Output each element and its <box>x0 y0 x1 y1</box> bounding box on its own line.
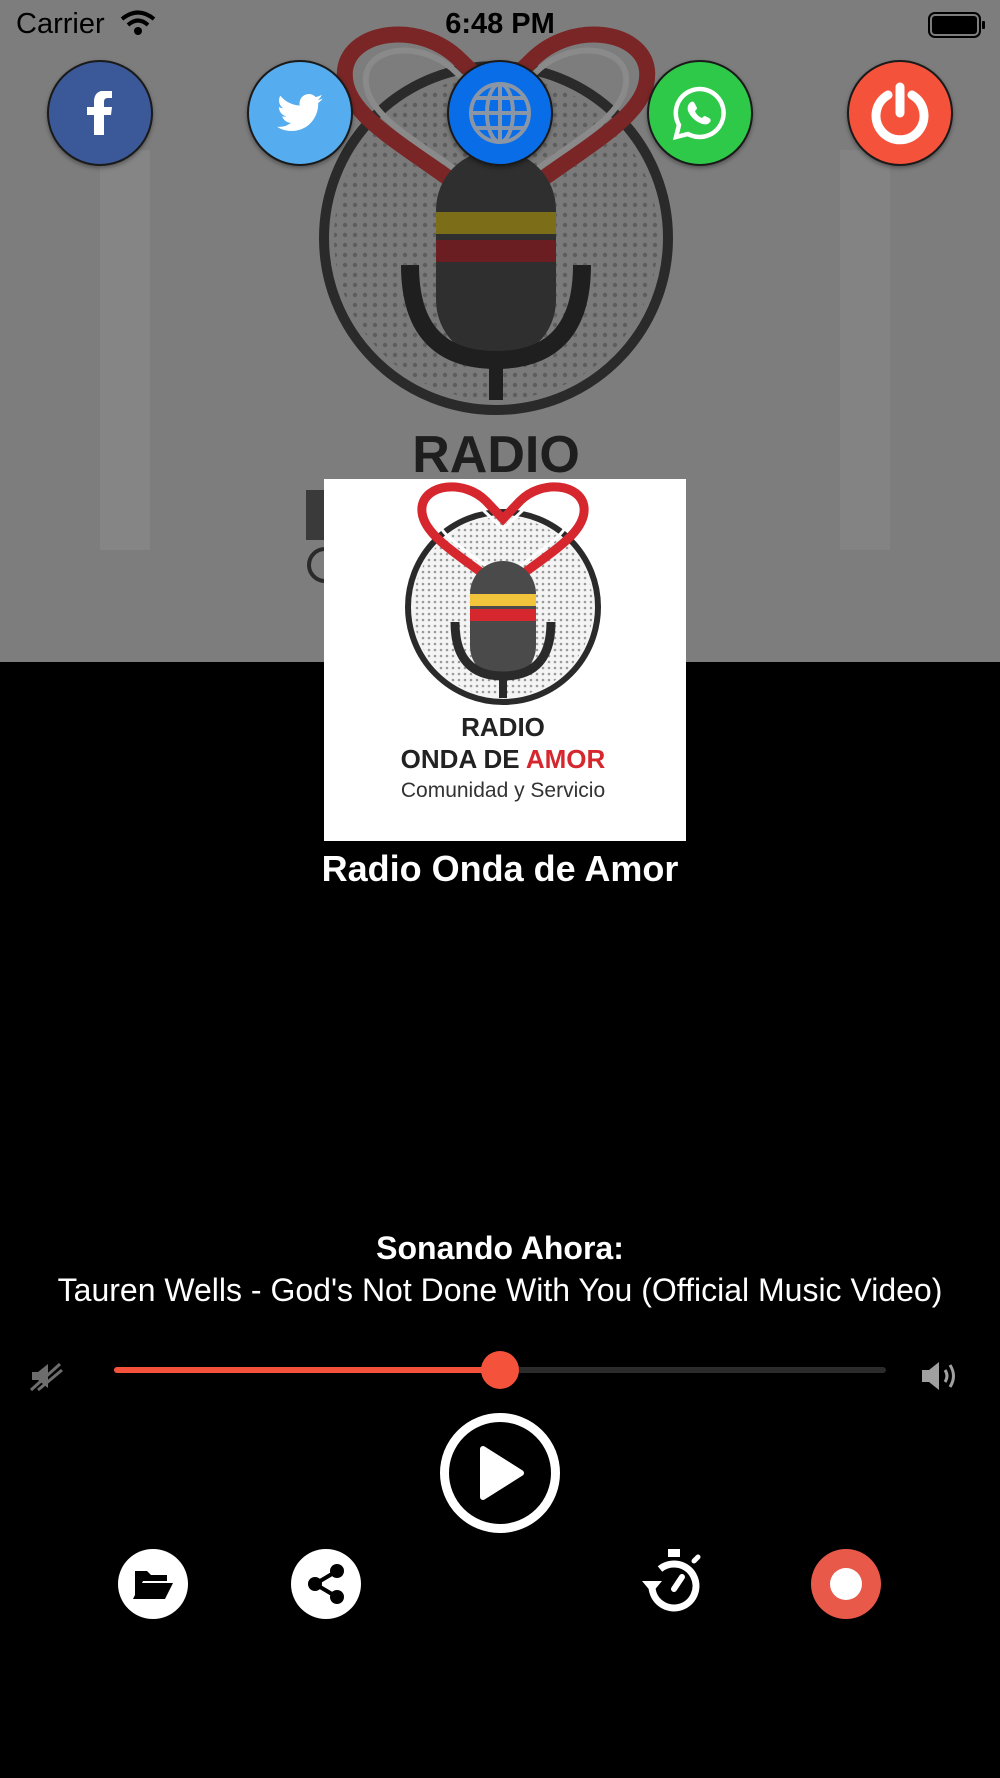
folder-icon <box>133 1571 173 1599</box>
twitter-icon <box>277 94 323 131</box>
logo-onda-text: ONDA DE AMOR <box>401 744 606 774</box>
timer-icon <box>642 1549 701 1612</box>
share-button[interactable] <box>291 1549 361 1619</box>
volume-slider[interactable] <box>114 1351 886 1389</box>
status-bar: Carrier 6:48 PM <box>0 0 1000 50</box>
play-button[interactable] <box>440 1413 560 1533</box>
logo-radio-text: RADIO <box>461 712 545 742</box>
now-playing-track: Tauren Wells - God's Not Done With You (… <box>57 1272 943 1308</box>
volume-mute-icon[interactable] <box>28 1358 64 1394</box>
globe-icon <box>469 82 531 144</box>
power-button[interactable] <box>847 60 953 166</box>
folder-button[interactable] <box>118 1549 188 1619</box>
whatsapp-button[interactable] <box>647 60 753 166</box>
volume-high-icon[interactable] <box>920 1358 962 1394</box>
background-logo-text: RADIO <box>412 426 580 484</box>
station-logo: RADIO ONDA DE AMOR Comunidad y Servicio <box>401 482 606 802</box>
twitter-button[interactable] <box>247 60 353 166</box>
record-button[interactable] <box>811 1549 881 1619</box>
share-icon <box>308 1564 344 1604</box>
sleep-timer-button[interactable] <box>638 1549 708 1619</box>
status-time: 6:48 PM <box>445 8 555 40</box>
facebook-button[interactable] <box>47 60 153 166</box>
station-cover-art: RADIO ONDA DE AMOR Comunidad y Servicio <box>324 479 686 841</box>
whatsapp-icon <box>672 86 726 141</box>
power-icon <box>871 82 929 145</box>
volume-slider-fill <box>114 1367 500 1373</box>
now-playing-label: Sonando Ahora: <box>376 1230 624 1266</box>
volume-slider-thumb[interactable] <box>481 1351 519 1389</box>
website-button[interactable] <box>447 60 553 166</box>
record-icon <box>830 1568 862 1600</box>
facebook-icon <box>87 91 112 135</box>
station-name: Radio Onda de Amor <box>321 848 679 889</box>
play-icon <box>480 1446 524 1500</box>
logo-tagline-text: Comunidad y Servicio <box>401 779 605 802</box>
battery-icon <box>928 12 985 38</box>
